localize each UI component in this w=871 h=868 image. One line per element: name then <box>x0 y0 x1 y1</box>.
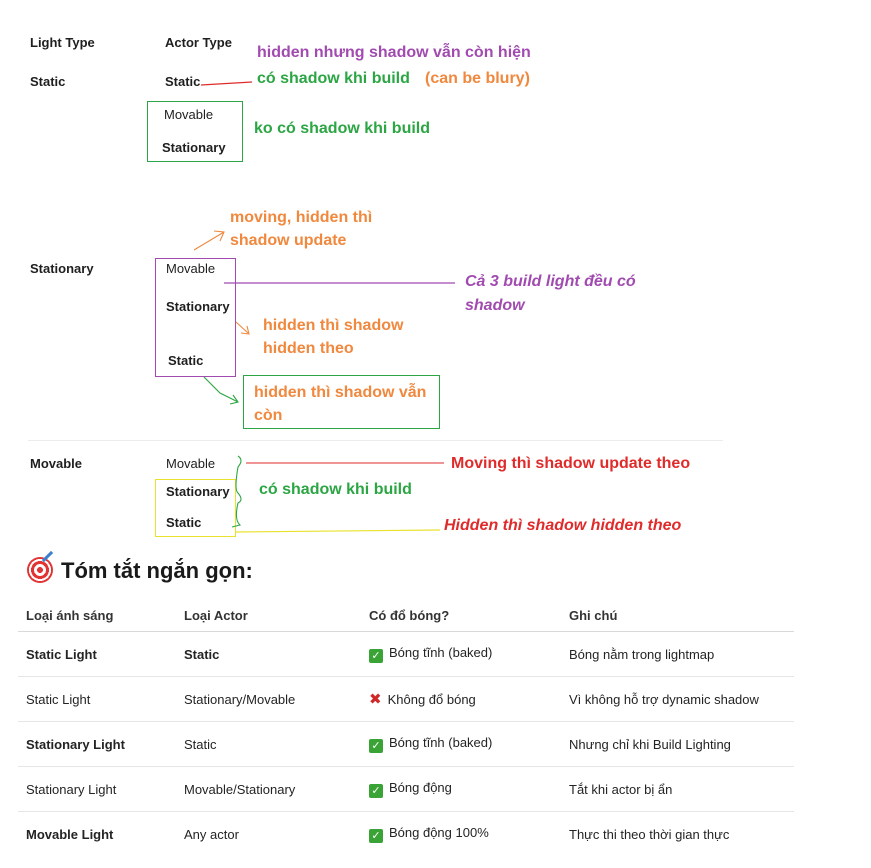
row-shadow-text: Bóng động <box>389 780 452 795</box>
table-row: Static Light Static ✓ Bóng tĩnh (baked) B… <box>18 631 794 677</box>
summary-title: Tóm tắt ngắn gọn: <box>61 558 253 583</box>
row-light: Static Light <box>18 631 176 677</box>
check-icon: ✓ <box>369 739 383 753</box>
row-shadow-text: Không đổ bóng <box>387 692 476 707</box>
row-shadow-text: Bóng tĩnh (baked) <box>389 645 493 660</box>
row-shadow: ✓ Bóng tĩnh (baked) <box>361 721 561 767</box>
row-actor: Stationary/Movable <box>176 676 361 722</box>
row-note: Vì không hỗ trợ dynamic shadow <box>561 676 794 722</box>
check-icon: ✓ <box>369 784 383 798</box>
table-header-row: Loại ánh sáng Loại Actor Có đổ bóng? Ghi… <box>18 600 794 632</box>
row-light: Stationary Light <box>18 766 176 812</box>
row-shadow: ✓ Bóng tĩnh (baked) <box>361 631 561 677</box>
col-actor-type: Loại Actor <box>176 600 361 632</box>
arrow-static-note <box>203 376 239 405</box>
row-light: Movable Light <box>26 826 114 842</box>
col-note: Ghi chú <box>561 600 794 632</box>
summary-heading: Tóm tắt ngắn gọn: <box>27 557 253 584</box>
row-actor: Static <box>176 721 361 767</box>
summary-table: Loại ánh sáng Loại Actor Có đổ bóng? Ghi… <box>18 600 794 856</box>
row-note: Tắt khi actor bị ẩn <box>561 766 794 812</box>
target-icon <box>27 557 53 583</box>
annotation-strokes <box>193 81 455 533</box>
row-shadow-text: Bóng động 100% <box>389 825 489 840</box>
col-light-type: Loại ánh sáng <box>18 600 176 632</box>
row-actor: Static <box>176 631 361 677</box>
row-actor: Movable/Stationary <box>176 766 361 812</box>
brace-movable-actors <box>231 455 242 528</box>
row-actor: Any actor <box>184 826 239 842</box>
table-row: Stationary Light Movable/Stationary ✓ Bón… <box>18 766 794 812</box>
col-shadow: Có đổ bóng? <box>361 600 561 632</box>
row-shadow: ✓ Bóng động 100% <box>361 812 561 857</box>
arrow-hidden-note <box>235 321 250 335</box>
table-row: Stationary Light Static ✓ Bóng tĩnh (bake… <box>18 721 794 767</box>
check-icon: ✓ <box>369 649 383 663</box>
line-static-note <box>200 81 253 86</box>
row-note: Nhưng chỉ khi Build Lighting <box>561 721 794 767</box>
table-row: Static Light Stationary/Movable ✖ Không đ… <box>18 676 794 722</box>
check-icon: ✓ <box>369 829 383 843</box>
row-shadow: ✖ Không đổ bóng <box>361 676 561 722</box>
row-note: Thực thi theo thời gian thực <box>569 826 730 842</box>
table-row: Movable Light Any actor ✓ Bóng động 100% … <box>18 812 794 857</box>
row-note: Bóng nằm trong lightmap <box>561 631 794 677</box>
cross-icon: ✖ <box>369 691 382 708</box>
row-shadow-text: Bóng tĩnh (baked) <box>389 735 493 750</box>
row-shadow: ✓ Bóng động <box>361 766 561 812</box>
row-light: Stationary Light <box>18 721 176 767</box>
arrow-moving-note <box>193 230 225 251</box>
row-light: Static Light <box>18 676 176 722</box>
line-hidden-note <box>235 529 441 533</box>
